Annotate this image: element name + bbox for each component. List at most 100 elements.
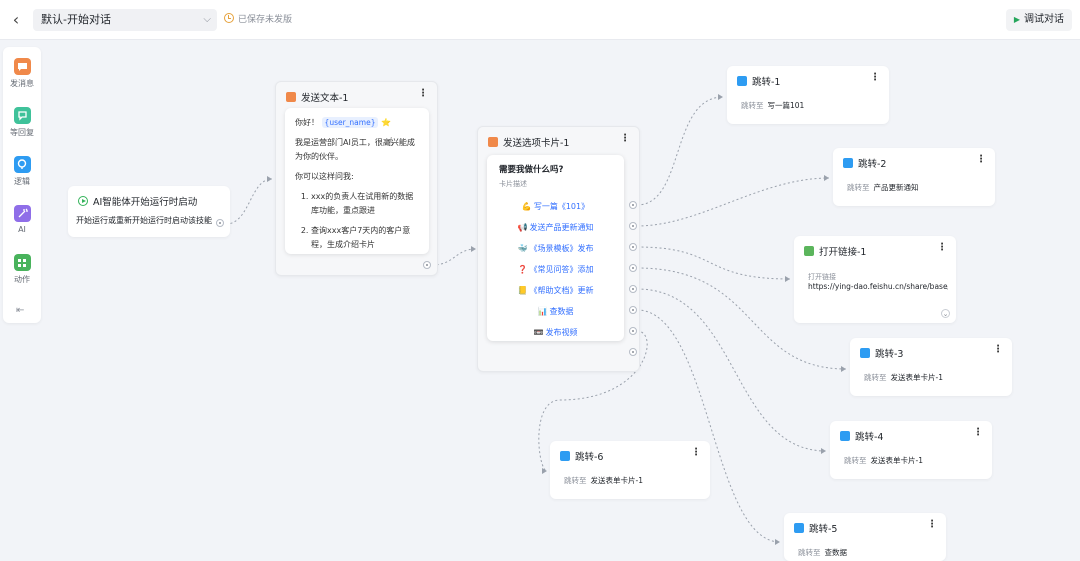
option-text: 《帮助文档》更新 bbox=[529, 286, 594, 295]
star-emoji: ⭐ bbox=[381, 118, 391, 127]
open-link-title-text: 打开链接-1 bbox=[819, 247, 867, 258]
start-node-title-text: AI智能体开始运行时启动 bbox=[93, 197, 198, 208]
option-port[interactable] bbox=[629, 243, 637, 251]
message-icon bbox=[488, 137, 498, 147]
jump-title-text: 跳转-5 bbox=[809, 524, 838, 535]
jump-title-text: 跳转-1 bbox=[752, 77, 781, 88]
jump-target-value: 写一篇101 bbox=[767, 101, 805, 110]
start-node-desc: 开始运行或重新开始运行时启动该技能 bbox=[76, 216, 212, 225]
jump-target-label: 跳转至 bbox=[844, 456, 867, 465]
jump-target: 跳转至 发送表单卡片-1 bbox=[864, 372, 943, 383]
more-options-icon[interactable]: ⋮ bbox=[870, 72, 880, 83]
edge-opt2-to-jump2 bbox=[636, 177, 830, 227]
card-desc: 卡片描述 bbox=[499, 180, 527, 188]
jump-title-text: 跳转-6 bbox=[575, 452, 604, 463]
jump-target-value: 查数据 bbox=[824, 548, 848, 557]
jump-icon bbox=[840, 431, 850, 441]
start-trigger-node[interactable]: AI智能体开始运行时启动 开始运行或重新开始运行时启动该技能 bbox=[68, 186, 230, 237]
send-text-title-text: 发送文本-1 bbox=[301, 93, 349, 104]
jump-node-2[interactable]: 跳转-2 ⋮ 跳转至 产品更新通知 bbox=[833, 148, 995, 206]
option-item[interactable]: 💪 写一篇《101》 bbox=[487, 201, 624, 212]
option-card-node[interactable]: 发送选项卡片-1 ⋮ 需要我做什么吗? 卡片描述 💪 写一篇《101》 📢 发送产品… bbox=[477, 126, 640, 372]
open-link-url: https://ying-dao.feishu.cn/share/base/fo… bbox=[808, 282, 948, 291]
jump-target: 跳转至 产品更新通知 bbox=[847, 182, 919, 193]
edge-start-to-text bbox=[225, 178, 273, 225]
option-emoji: ❓ bbox=[517, 265, 528, 274]
option-item[interactable]: ❓ 《常见问答》添加 bbox=[487, 264, 624, 275]
user-name-variable: {user_name} bbox=[321, 117, 379, 128]
jump-title-text: 跳转-2 bbox=[858, 159, 887, 170]
option-item[interactable]: 📼 发布视频 bbox=[487, 327, 624, 338]
send-text-node[interactable]: 发送文本-1 ⋮ 你好！ {user_name} ⭐ 我是运营部门AI员工，很高… bbox=[275, 81, 438, 276]
jump-node-1[interactable]: 跳转-1 ⋮ 跳转至 写一篇101 bbox=[727, 66, 889, 124]
option-port[interactable] bbox=[629, 306, 637, 314]
output-port[interactable] bbox=[423, 261, 431, 269]
send-text-title: 发送文本-1 bbox=[286, 90, 348, 104]
jump-target: 跳转至 查数据 bbox=[798, 547, 847, 558]
jump-target: 跳转至 写一篇101 bbox=[741, 100, 804, 111]
jump-node-3[interactable]: 跳转-3 ⋮ 跳转至 发送表单卡片-1 bbox=[850, 338, 1012, 396]
option-port[interactable] bbox=[629, 327, 637, 335]
open-link-node[interactable]: 打开链接-1 ⋮ 打开链接 https://ying-dao.feishu.cn… bbox=[794, 236, 956, 323]
more-options-icon[interactable]: ⋮ bbox=[937, 242, 947, 253]
open-link-label: 打开链接 bbox=[808, 273, 836, 281]
more-options-icon[interactable]: ⋮ bbox=[993, 344, 1003, 355]
jump-node-5[interactable]: 跳转-5 ⋮ 跳转至 查数据 bbox=[784, 513, 946, 561]
option-text: 《场景模板》发布 bbox=[529, 244, 594, 253]
jump-icon bbox=[737, 76, 747, 86]
option-port[interactable] bbox=[629, 222, 637, 230]
jump-target: 跳转至 发送表单卡片-1 bbox=[844, 455, 923, 466]
more-options-icon[interactable]: ⋮ bbox=[691, 447, 701, 458]
play-circle-icon bbox=[78, 196, 88, 206]
more-options-icon[interactable]: ⋮ bbox=[976, 154, 986, 165]
card-preview: 需要我做什么吗? 卡片描述 💪 写一篇《101》 📢 发送产品更新通知 🐳 《场景模板… bbox=[487, 155, 624, 341]
card-question: 需要我做什么吗? bbox=[499, 165, 564, 175]
option-card-title-text: 发送选项卡片-1 bbox=[503, 138, 570, 149]
option-text: 发布视频 bbox=[545, 328, 578, 337]
jump-node-6[interactable]: 跳转-6 ⋮ 跳转至 发送表单卡片-1 bbox=[550, 441, 710, 499]
option-port[interactable] bbox=[629, 285, 637, 293]
jump-target-label: 跳转至 bbox=[847, 183, 870, 192]
more-options-icon[interactable]: ⋮ bbox=[418, 88, 428, 99]
jump-node-4[interactable]: 跳转-4 ⋮ 跳转至 发送表单卡片-1 bbox=[830, 421, 992, 479]
hand-cursor-icon: ☝ bbox=[386, 135, 394, 149]
option-item[interactable]: 📊 查数据 bbox=[487, 306, 624, 317]
jump-target-label: 跳转至 bbox=[798, 548, 821, 557]
jump-title-text: 跳转-3 bbox=[875, 349, 904, 360]
option-item[interactable]: 📢 发送产品更新通知 bbox=[487, 222, 624, 233]
jump-target-value: 发送表单卡片-1 bbox=[590, 476, 643, 485]
jump-icon bbox=[794, 523, 804, 533]
jump-title: 跳转-4 bbox=[840, 429, 883, 443]
option-emoji: 💪 bbox=[521, 202, 532, 211]
option-item[interactable]: 🐳 《场景模板》发布 bbox=[487, 243, 624, 254]
default-port[interactable] bbox=[629, 348, 637, 356]
jump-icon bbox=[843, 158, 853, 168]
option-item[interactable]: 📒 《帮助文档》更新 bbox=[487, 285, 624, 296]
jump-target-value: 发送表单卡片-1 bbox=[890, 373, 943, 382]
option-emoji: 📒 bbox=[517, 286, 528, 295]
option-port[interactable] bbox=[629, 264, 637, 272]
output-port[interactable] bbox=[216, 219, 224, 227]
open-link-title: 打开链接-1 bbox=[804, 244, 866, 258]
jump-target-label: 跳转至 bbox=[564, 476, 587, 485]
option-port[interactable] bbox=[629, 201, 637, 209]
jump-target-label: 跳转至 bbox=[741, 101, 764, 110]
more-options-icon[interactable]: ⋮ bbox=[927, 519, 937, 530]
option-text: 发送产品更新通知 bbox=[529, 223, 594, 232]
jump-target-value: 产品更新通知 bbox=[873, 183, 919, 192]
greeting-line: 你好！ {user_name} ⭐ bbox=[295, 116, 419, 130]
jump-target-label: 跳转至 bbox=[864, 373, 887, 382]
message-icon bbox=[286, 92, 296, 102]
option-text: 写一篇《101》 bbox=[533, 202, 590, 211]
suggestion-list: xxx的负责人在试用新的数据库功能，重点跟进 查询xxx客户7天内的客户意程，生… bbox=[295, 190, 419, 252]
list-item: xxx的负责人在试用新的数据库功能，重点跟进 bbox=[311, 190, 419, 218]
edge-opt3-to-link bbox=[636, 246, 791, 280]
chevron-down-icon[interactable]: ⌄ bbox=[941, 309, 950, 318]
prompt-text: 你可以这样问我: bbox=[295, 172, 354, 181]
more-options-icon[interactable]: ⋮ bbox=[973, 427, 983, 438]
option-text: 查数据 bbox=[549, 307, 574, 316]
more-options-icon[interactable]: ⋮ bbox=[620, 133, 630, 144]
start-node-title: AI智能体开始运行时启动 bbox=[78, 194, 197, 208]
jump-target: 跳转至 发送表单卡片-1 bbox=[564, 475, 643, 486]
jump-title: 跳转-1 bbox=[737, 74, 780, 88]
